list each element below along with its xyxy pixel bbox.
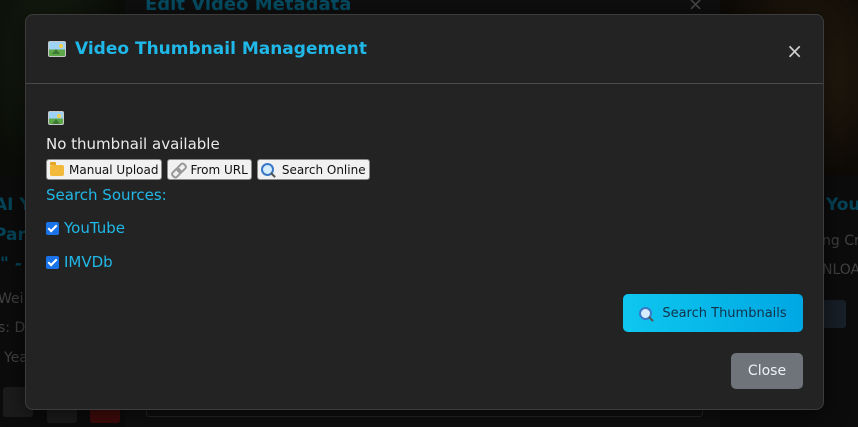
thumbnail-source-buttons: Manual Upload From URL Search Online — [46, 159, 370, 180]
from-url-label: From URL — [190, 162, 248, 177]
picture-icon — [48, 111, 64, 125]
no-thumbnail-text: No thumbnail available — [46, 135, 220, 153]
modal-header: Video Thumbnail Management × — [26, 15, 823, 84]
modal-title: Video Thumbnail Management — [48, 39, 367, 59]
source-youtube-label: YouTube — [64, 219, 125, 237]
source-youtube-checkbox[interactable]: YouTube — [46, 219, 125, 237]
manual-upload-label: Manual Upload — [69, 162, 159, 177]
modal-title-text: Video Thumbnail Management — [75, 39, 367, 59]
search-icon — [639, 306, 653, 320]
folder-icon — [50, 161, 64, 176]
search-icon — [260, 163, 274, 176]
search-thumbnails-button[interactable]: Search Thumbnails — [623, 294, 803, 332]
checkbox-checked-icon[interactable] — [46, 221, 59, 235]
thumbnail-placeholder — [48, 110, 64, 129]
close-icon[interactable]: × — [786, 41, 803, 61]
search-online-button[interactable]: Search Online — [256, 159, 370, 180]
from-url-button[interactable]: From URL — [167, 159, 252, 180]
thumbnail-management-modal: Video Thumbnail Management × No thumbnai… — [25, 14, 824, 410]
picture-icon — [48, 41, 66, 57]
source-imvdb-label: IMVDb — [64, 253, 113, 271]
search-sources-label: Search Sources: — [46, 186, 167, 204]
link-icon — [171, 163, 185, 177]
manual-upload-button[interactable]: Manual Upload — [46, 159, 163, 180]
search-online-label: Search Online — [281, 162, 366, 177]
search-thumbnails-label: Search Thumbnails — [662, 305, 787, 321]
close-button[interactable]: Close — [731, 353, 803, 389]
source-imvdb-checkbox[interactable]: IMVDb — [46, 253, 113, 271]
checkbox-checked-icon[interactable] — [46, 255, 59, 269]
